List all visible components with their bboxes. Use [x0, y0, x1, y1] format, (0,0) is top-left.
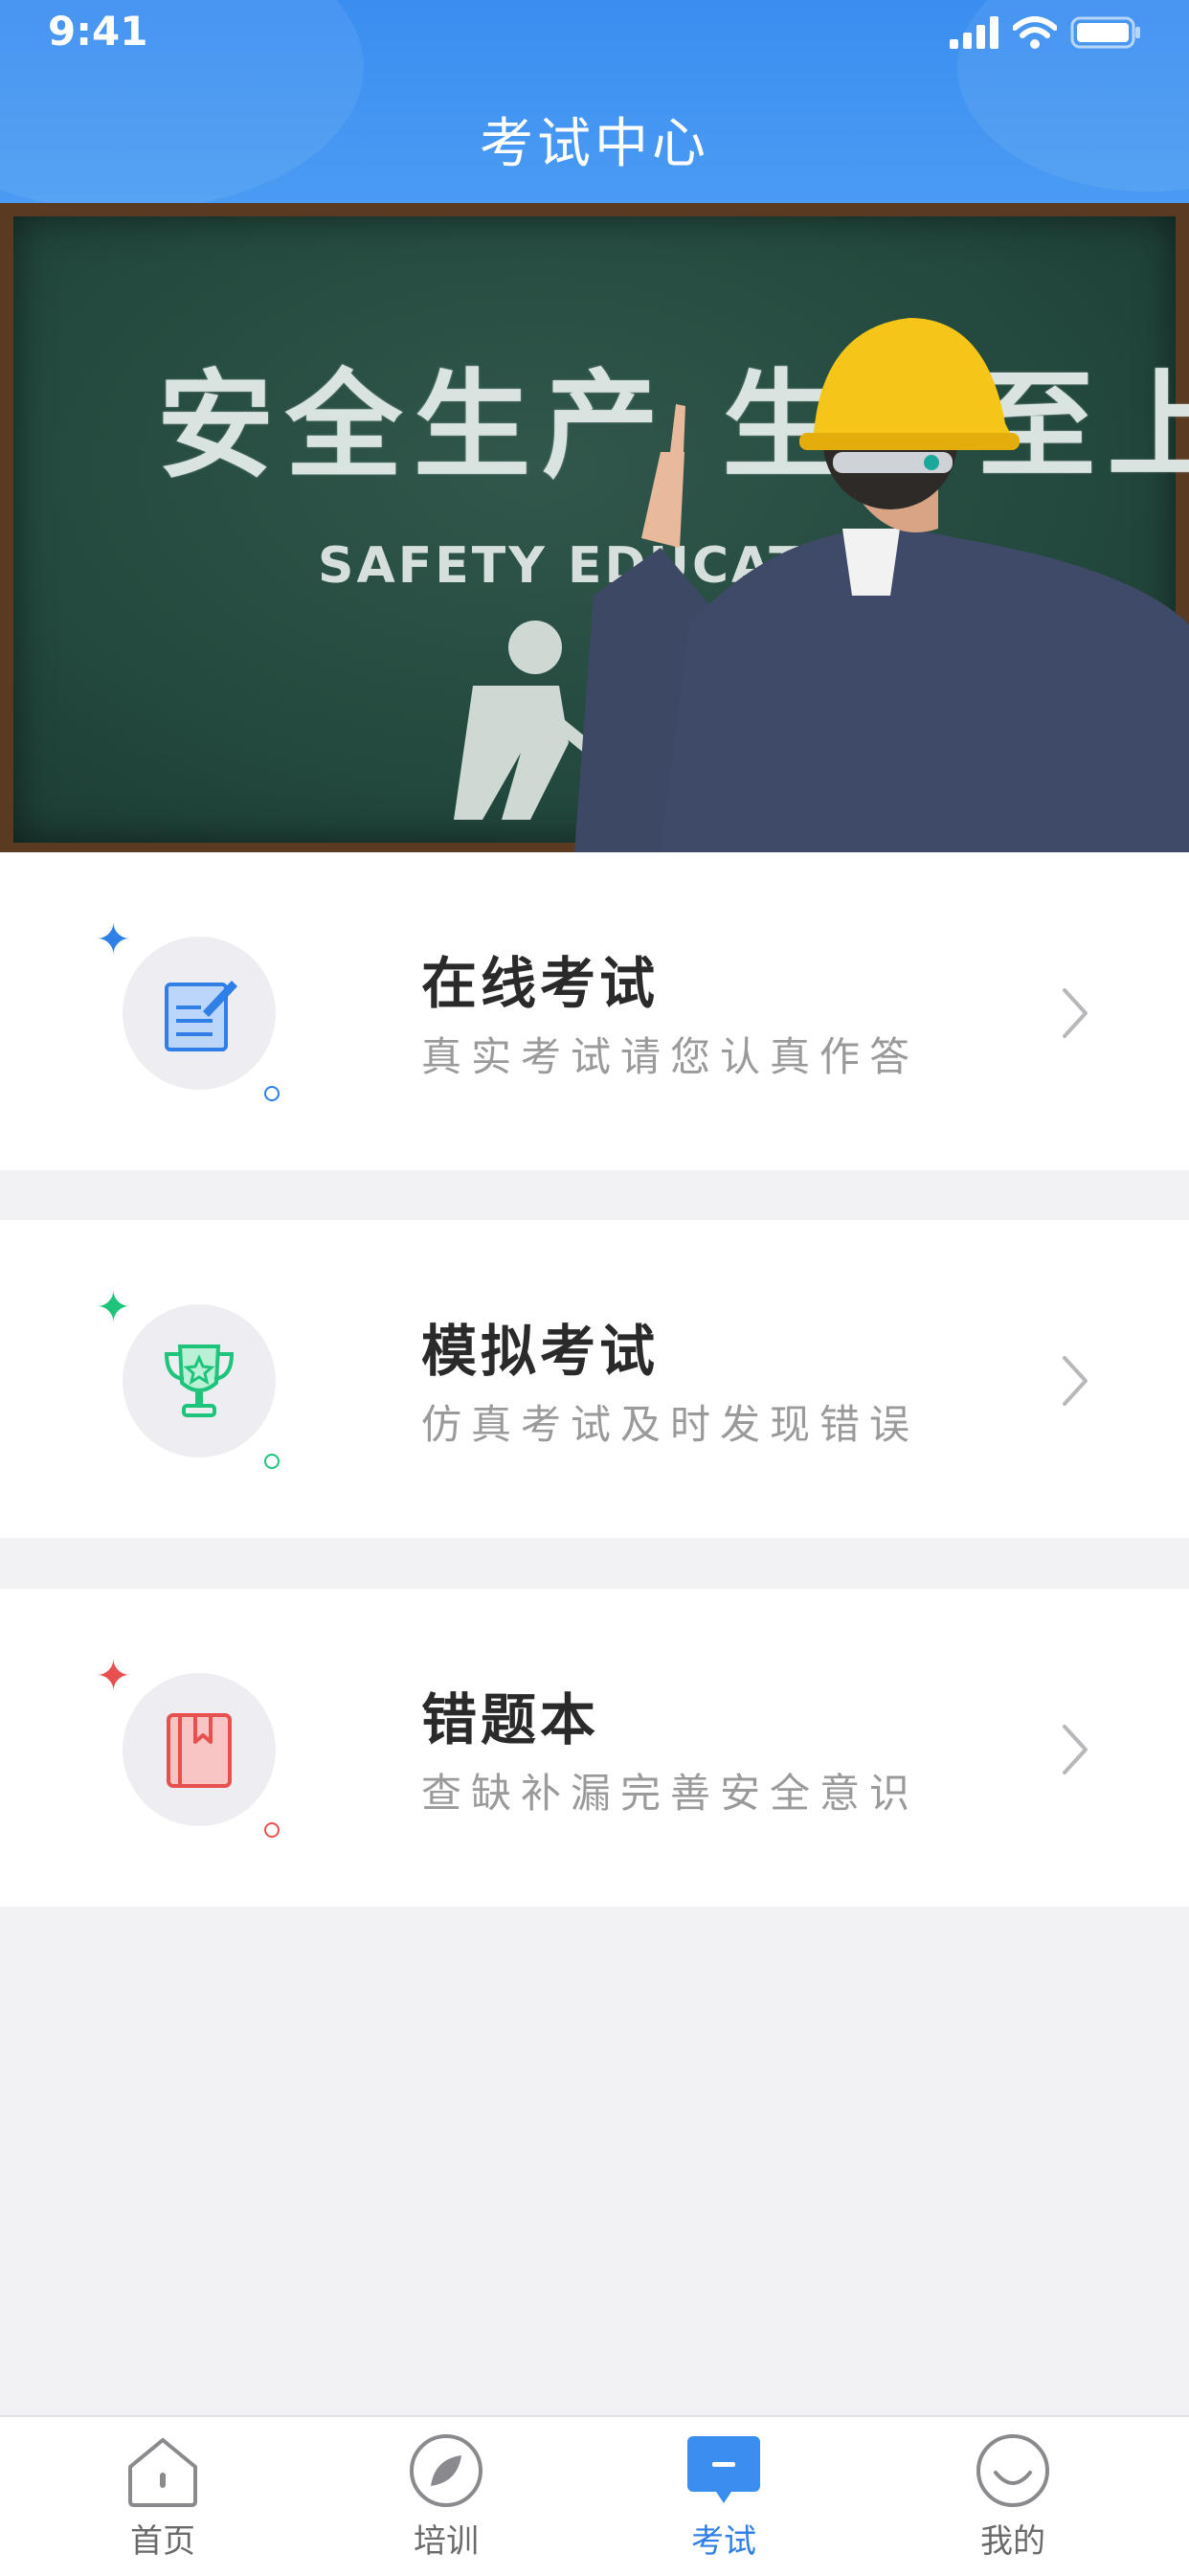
battery-icon	[1070, 16, 1140, 49]
tab-label: 考试	[691, 2522, 756, 2561]
chevron-right-icon	[1063, 1725, 1088, 1774]
card-subtitle: 仿真考试及时发现错误	[421, 1401, 920, 1448]
card-subtitle: 查缺补漏完善安全意识	[421, 1770, 920, 1817]
icon-badge	[123, 1673, 276, 1826]
app-header: 9:41 考试中心	[0, 0, 1189, 203]
icon-badge	[123, 937, 276, 1090]
exam-form-icon	[165, 981, 237, 1051]
card-subtitle: 真实考试请您认真作答	[421, 1033, 920, 1080]
worker-with-helmet-illustration	[574, 318, 1189, 852]
decor-dot	[264, 1454, 280, 1469]
decor-dot	[264, 1822, 280, 1838]
status-time: 9:41	[48, 8, 148, 55]
chevron-right-icon	[1063, 1356, 1088, 1406]
tab-label: 我的	[980, 2522, 1045, 2561]
sparkle-icon: ✦	[96, 1283, 131, 1332]
bookmark-book-icon	[167, 1713, 232, 1788]
compass-leaf-icon	[410, 2434, 482, 2507]
tab-home[interactable]: 首页	[67, 2417, 258, 2576]
page-title: 考试中心	[480, 113, 709, 175]
smile-icon	[976, 2434, 1049, 2507]
menu-card-wrong-questions[interactable]: ✦ 错题本 查缺补漏完善安全意识	[0, 1589, 1189, 1907]
sparkle-icon: ✦	[96, 915, 131, 964]
tab-label: 培训	[414, 2522, 479, 2561]
trophy-icon	[164, 1344, 235, 1417]
decor-dot	[264, 1086, 280, 1101]
status-icons	[950, 13, 1141, 52]
sparkle-icon: ✦	[96, 1652, 131, 1701]
tab-training[interactable]: 培训	[350, 2417, 542, 2576]
card-title: 在线考试	[421, 951, 660, 1016]
menu-card-mock-exam[interactable]: ✦ 模拟考试 仿真考试及时发现错误	[0, 1220, 1189, 1538]
bottom-tab-bar: 首页 培训 考试 我的	[0, 2415, 1189, 2576]
menu-card-online-exam[interactable]: ✦ 在线考试 真实考试请您认真作答	[0, 852, 1189, 1170]
tab-profile[interactable]: 我的	[917, 2417, 1109, 2576]
wifi-icon	[1013, 16, 1057, 49]
cellular-signal-icon	[950, 16, 998, 49]
home-icon	[128, 2438, 197, 2507]
chevron-right-icon	[1063, 988, 1088, 1038]
exam-icon	[687, 2436, 760, 2503]
tab-label: 首页	[130, 2522, 195, 2561]
icon-badge	[123, 1304, 276, 1457]
safety-banner[interactable]: 安全生产 生命至上 SAFETY EDUCATION	[0, 203, 1189, 852]
card-title: 模拟考试	[421, 1319, 660, 1384]
card-title: 错题本	[421, 1687, 600, 1752]
tab-exam[interactable]: 考试	[628, 2417, 819, 2576]
